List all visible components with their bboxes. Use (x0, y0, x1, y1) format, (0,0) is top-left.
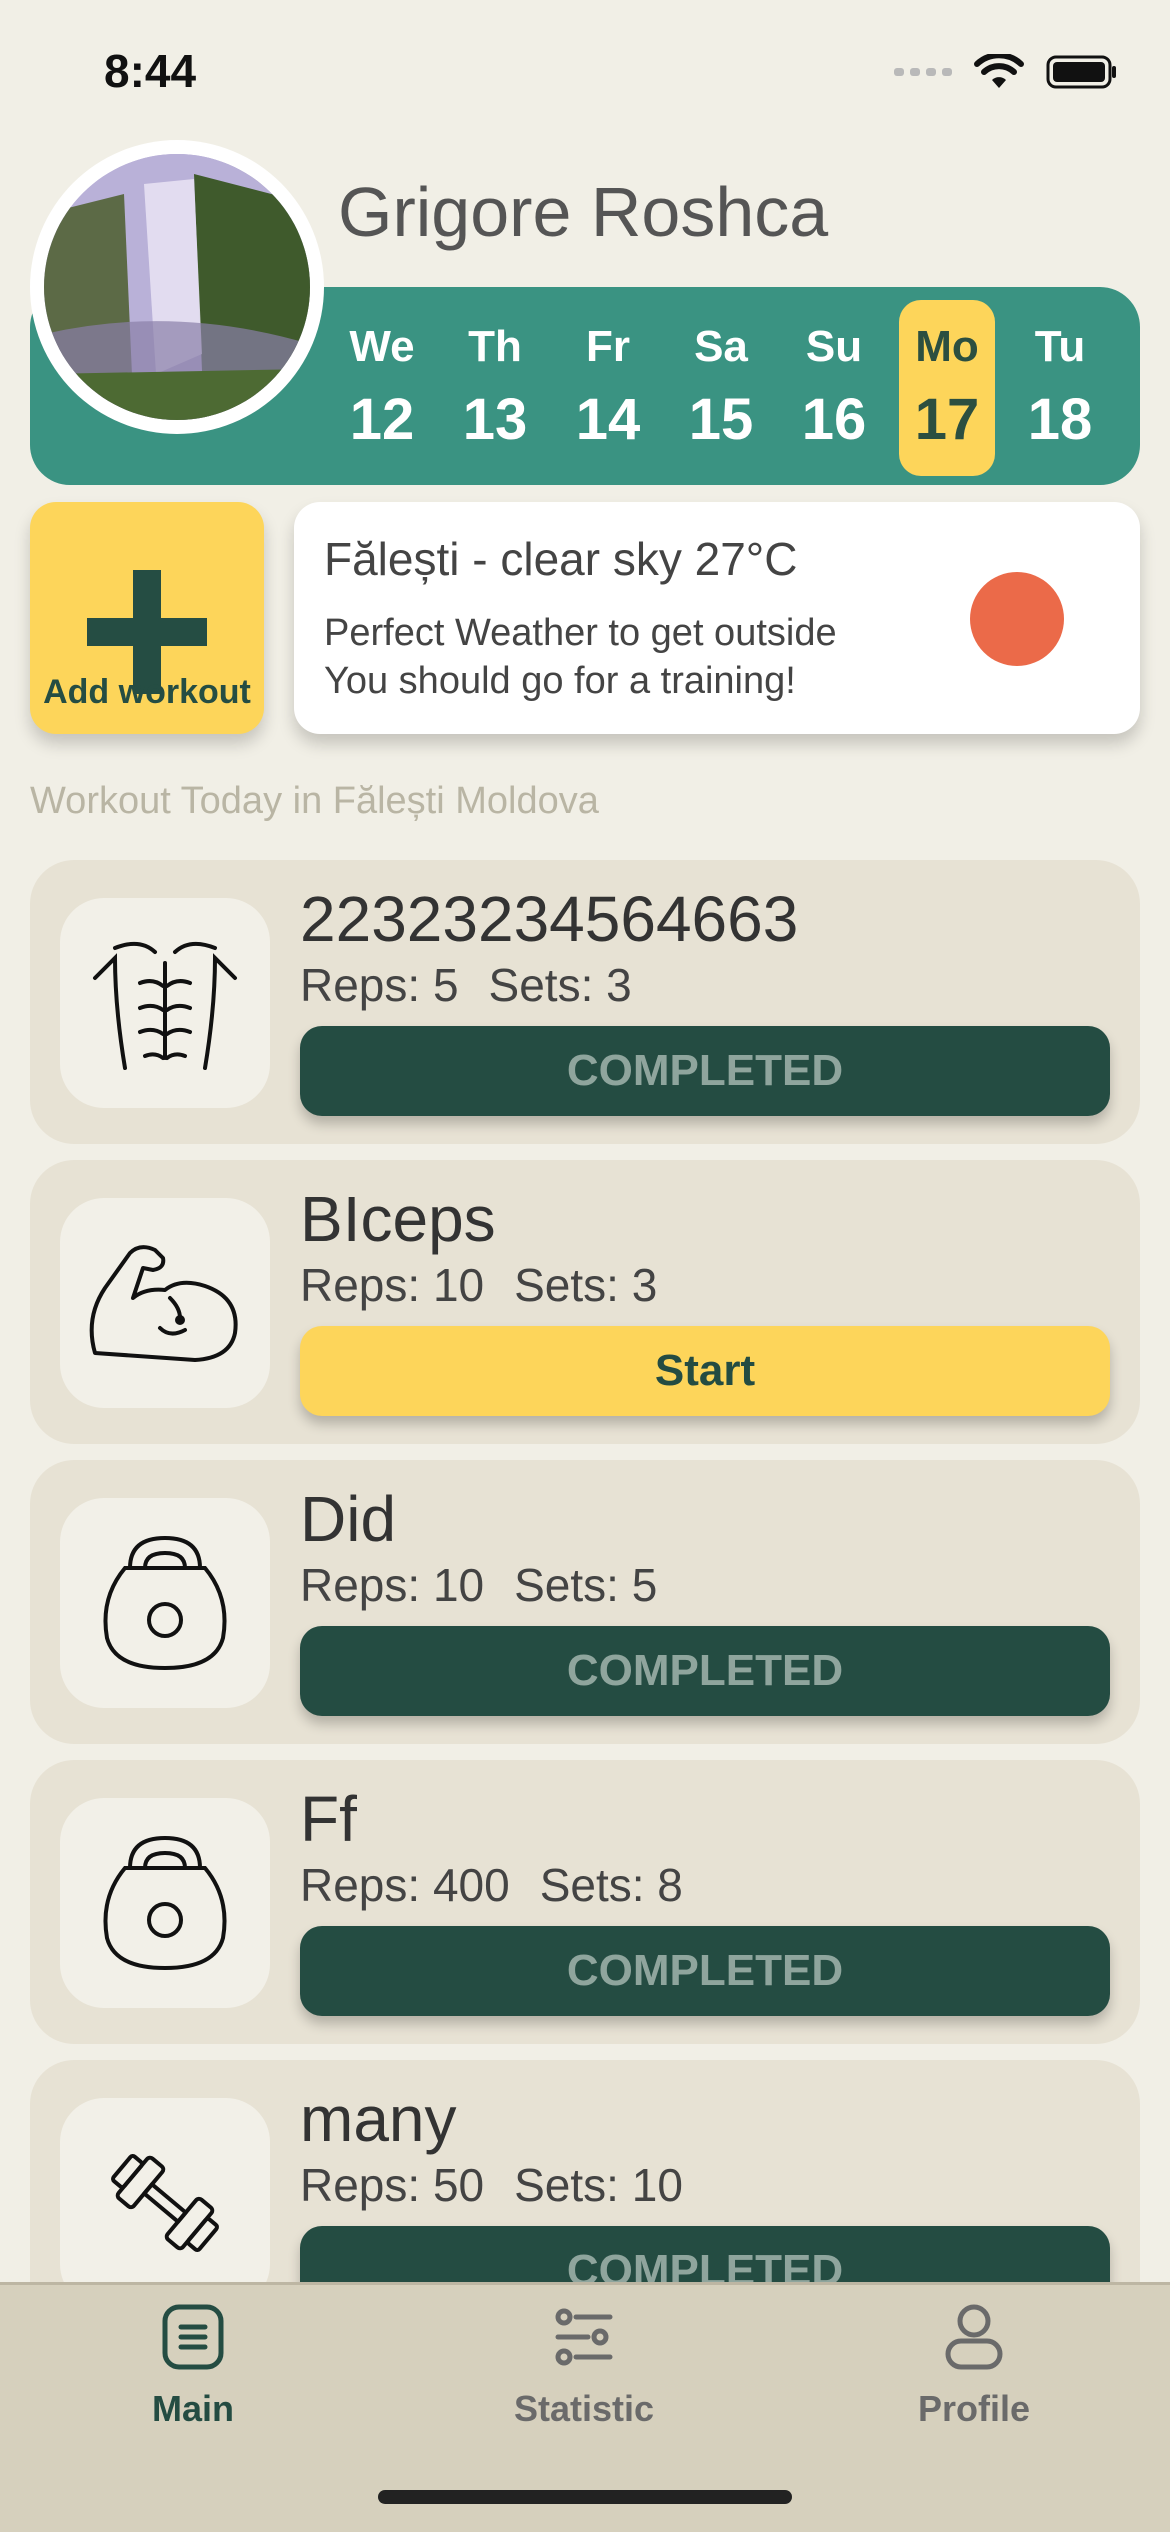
day-th[interactable]: Th 13 (447, 300, 543, 476)
workout-reps: Reps: 10 (300, 1559, 485, 1611)
workout-name: BIceps (300, 1183, 496, 1255)
day-tu[interactable]: Tu 18 (1012, 300, 1108, 476)
workout-reps: Reps: 50 (300, 2159, 485, 2211)
avatar-image (44, 154, 310, 420)
workout-completed-button[interactable]: COMPLETED (300, 1026, 1110, 1116)
person-icon (945, 2304, 1003, 2370)
waterfall-image (44, 154, 310, 420)
workout-name: many (300, 2083, 457, 2155)
day-number: 17 (914, 387, 980, 452)
biceps-icon (60, 1198, 270, 1408)
day-number: 18 (1027, 387, 1093, 452)
day-name: Su (805, 322, 863, 371)
abs-icon (60, 898, 270, 1108)
workout-sets: Sets: 5 (514, 1559, 658, 1611)
workout-sets: Sets: 8 (539, 1859, 683, 1911)
sliders-icon (555, 2308, 613, 2366)
kettlebell-icon (60, 1498, 270, 1708)
kettlebell-icon (60, 1798, 270, 2008)
battery-icon (1046, 55, 1116, 89)
workout-sets: Sets: 3 (488, 959, 632, 1011)
workout-name: Ff (300, 1783, 357, 1855)
home-indicator (378, 2490, 792, 2504)
avatar[interactable] (30, 140, 324, 434)
workout-stats: Reps: 5 Sets: 3 (300, 958, 632, 1012)
day-number: 16 (801, 387, 867, 452)
workout-card: Ff Reps: 400 Sets: 8 COMPLETED (30, 1760, 1140, 2044)
tab-main-label: Main (151, 2388, 234, 2429)
workout-sets: Sets: 10 (514, 2159, 683, 2211)
day-su[interactable]: Su 16 (786, 300, 882, 476)
day-mo-selected[interactable]: Mo 17 (899, 300, 995, 476)
status-icons (894, 54, 1118, 90)
day-number: 12 (349, 387, 415, 452)
add-workout-label: Add workout (43, 673, 251, 711)
workout-card: BIceps Reps: 10 Sets: 3 Start (30, 1160, 1140, 1444)
workout-stats: Reps: 10 Sets: 5 (300, 1558, 657, 1612)
workout-start-button[interactable]: Start (300, 1326, 1110, 1416)
tab-profile-label: Profile (917, 2388, 1031, 2429)
day-fr[interactable]: Fr 14 (560, 300, 656, 476)
day-name: Mo (915, 322, 979, 371)
day-name: Th (468, 322, 522, 371)
workout-name: Did (300, 1483, 397, 1555)
list-icon (162, 2304, 224, 2370)
workout-reps: Reps: 400 (300, 1859, 510, 1911)
tab-statistic[interactable]: Statistic (464, 2303, 704, 2430)
workout-stats: Reps: 400 Sets: 8 (300, 1858, 683, 1912)
weather-message-line1: Perfect Weather to get outside (324, 612, 837, 654)
workout-stats: Reps: 50 Sets: 10 (300, 2158, 683, 2212)
weather-message-line2: You should go for a training! (324, 660, 796, 702)
tab-main[interactable]: Main (73, 2303, 313, 2430)
section-title: Workout Today in Fălești Moldova (30, 780, 599, 822)
day-number: 14 (575, 387, 641, 452)
tab-profile[interactable]: Profile (854, 2303, 1094, 2430)
dumbbell-icon (60, 2098, 270, 2308)
day-name: Fr (586, 322, 630, 371)
day-number: 15 (688, 387, 754, 452)
day-we[interactable]: We 12 (334, 300, 430, 476)
day-number: 13 (462, 387, 528, 452)
weather-title: Fălești - clear sky 27°C (324, 533, 798, 585)
workout-sets: Sets: 3 (514, 1259, 658, 1311)
workout-name: 22323234564663 (300, 883, 799, 955)
workout-completed-button[interactable]: COMPLETED (300, 1626, 1110, 1716)
workout-card: Did Reps: 10 Sets: 5 COMPLETED (30, 1460, 1140, 1744)
weather-status-dot (970, 572, 1064, 666)
workout-reps: Reps: 10 (300, 1259, 485, 1311)
workout-card: 22323234564663 Reps: 5 Sets: 3 COMPLETED (30, 860, 1140, 1144)
workout-stats: Reps: 10 Sets: 3 (300, 1258, 657, 1312)
day-name: Tu (1034, 322, 1086, 371)
day-name: We (349, 322, 415, 371)
workout-reps: Reps: 5 (300, 959, 459, 1011)
workout-completed-button[interactable]: COMPLETED (300, 1926, 1110, 2016)
weather-card: Fălești - clear sky 27°C Perfect Weather… (294, 502, 1140, 734)
user-name: Grigore Roshca (338, 173, 829, 251)
tab-statistic-label: Statistic (513, 2388, 655, 2429)
add-workout-button[interactable]: Add workout (30, 502, 264, 734)
signal-icon (894, 68, 952, 76)
wifi-icon (974, 54, 1024, 88)
day-sa[interactable]: Sa 15 (673, 300, 769, 476)
status-time: 8:44 (104, 45, 197, 97)
day-name: Sa (694, 322, 748, 371)
